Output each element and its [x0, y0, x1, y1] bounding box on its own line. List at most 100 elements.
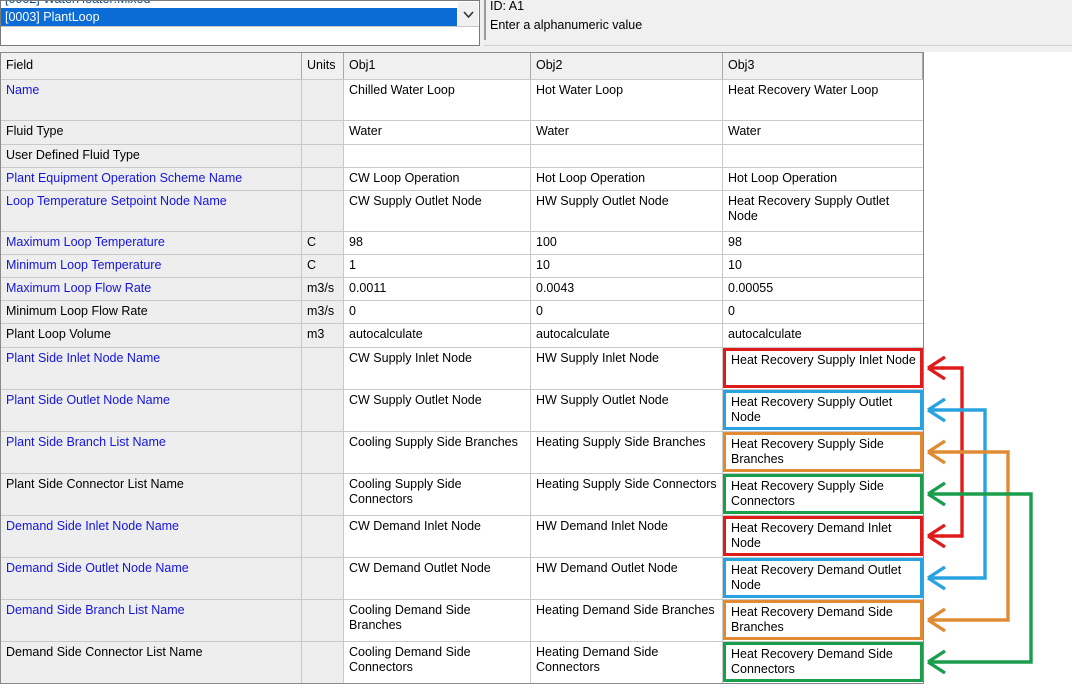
value-cell-obj2[interactable]: HW Supply Outlet Node	[531, 191, 723, 231]
value-cell-obj3[interactable]: Heat Recovery Supply Side Connectors	[723, 474, 923, 515]
value-cell-obj1[interactable]: Cooling Demand Side Branches	[344, 600, 531, 641]
value-cell-obj3[interactable]: Heat Recovery Demand Outlet Node	[723, 558, 923, 599]
column-header-obj3[interactable]: Obj3	[723, 53, 923, 79]
value-cell-obj3[interactable]: Heat Recovery Supply Inlet Node	[723, 348, 923, 389]
table-row[interactable]: Maximum Loop Temperature C 98 100 98	[1, 231, 923, 254]
value-cell-obj1[interactable]: Cooling Demand Side Connectors	[344, 642, 531, 683]
table-row[interactable]: Minimum Loop Temperature C 1 10 10	[1, 254, 923, 277]
chevron-down-icon[interactable]	[458, 2, 478, 26]
table-row[interactable]: Minimum Loop Flow Rate m3/s 0 0 0	[1, 300, 923, 323]
value-cell-obj2[interactable]: HW Supply Outlet Node	[531, 390, 723, 431]
value-cell-obj3[interactable]: Hot Loop Operation	[723, 168, 923, 190]
table-row[interactable]: Name Chilled Water Loop Hot Water Loop Heat…	[1, 79, 923, 120]
combo-previous-item[interactable]: [0002] WaterHeater:Mixed	[1, 1, 479, 8]
value-cell-obj2[interactable]	[531, 145, 723, 167]
table-row[interactable]: Fluid Type Water Water Water	[1, 120, 923, 144]
value-cell-obj3[interactable]: 98	[723, 232, 923, 254]
highlighted-value-box[interactable]: Heat Recovery Supply Inlet Node	[723, 348, 923, 388]
value-cell-obj2[interactable]: 10	[531, 255, 723, 277]
units-cell	[302, 80, 344, 120]
field-name-cell: Demand Side Connector List Name	[1, 642, 302, 683]
highlighted-value-box[interactable]: Heat Recovery Supply Side Connectors	[723, 474, 923, 514]
value-cell-obj3[interactable]: Heat Recovery Demand Side Connectors	[723, 642, 923, 683]
value-cell-obj3[interactable]: Heat Recovery Supply Side Branches	[723, 432, 923, 473]
field-name-cell: Plant Side Branch List Name	[1, 432, 302, 473]
table-row[interactable]: Plant Side Inlet Node Name CW Supply Inle…	[1, 347, 923, 389]
field-hint-text: Enter a alphanumeric value	[490, 18, 643, 32]
value-cell-obj1[interactable]: CW Supply Outlet Node	[344, 390, 531, 431]
highlighted-value-box[interactable]: Heat Recovery Supply Side Branches	[723, 432, 923, 472]
table-row[interactable]: Demand Side Branch List Name Cooling Dema…	[1, 599, 923, 641]
table-row[interactable]: Demand Side Outlet Node Name CW Demand Ou…	[1, 557, 923, 599]
value-cell-obj1[interactable]: CW Loop Operation	[344, 168, 531, 190]
value-cell-obj1[interactable]: 98	[344, 232, 531, 254]
value-cell-obj3[interactable]: autocalculate	[723, 324, 923, 347]
value-cell-obj3[interactable]: Heat Recovery Demand Inlet Node	[723, 516, 923, 557]
value-cell-obj2[interactable]: HW Demand Inlet Node	[531, 516, 723, 557]
value-cell-obj3[interactable]: 10	[723, 255, 923, 277]
value-cell-obj1[interactable]: CW Demand Outlet Node	[344, 558, 531, 599]
value-cell-obj2[interactable]: Heating Supply Side Branches	[531, 432, 723, 473]
value-cell-obj3[interactable]: Heat Recovery Supply Outlet Node	[723, 191, 923, 231]
value-cell-obj3[interactable]: Heat Recovery Supply Outlet Node	[723, 390, 923, 431]
column-header-units[interactable]: Units	[302, 53, 344, 79]
highlighted-value-box[interactable]: Heat Recovery Demand Side Connectors	[723, 642, 923, 682]
value-cell-obj1[interactable]: Cooling Supply Side Connectors	[344, 474, 531, 515]
table-row[interactable]: Plant Side Outlet Node Name CW Supply Out…	[1, 389, 923, 431]
value-cell-obj2[interactable]: Hot Water Loop	[531, 80, 723, 120]
highlighted-value-box[interactable]: Heat Recovery Demand Outlet Node	[723, 558, 923, 598]
table-row[interactable]: Demand Side Connector List Name Cooling D…	[1, 641, 923, 683]
value-cell-obj1[interactable]: Water	[344, 121, 531, 144]
combo-selected-item[interactable]: [0003] PlantLoop	[1, 8, 457, 26]
table-row[interactable]: Plant Side Branch List Name Cooling Suppl…	[1, 431, 923, 473]
value-cell-obj2[interactable]: Heating Supply Side Connectors	[531, 474, 723, 515]
value-cell-obj3[interactable]: 0	[723, 301, 923, 323]
units-cell	[302, 600, 344, 641]
value-cell-obj1[interactable]: autocalculate	[344, 324, 531, 347]
value-cell-obj1[interactable]	[344, 145, 531, 167]
value-cell-obj1[interactable]: 0	[344, 301, 531, 323]
table-row[interactable]: Plant Equipment Operation Scheme Name CW …	[1, 167, 923, 190]
object-selector-combobox[interactable]: [0002] WaterHeater:Mixed [0003] PlantLoo…	[0, 0, 480, 46]
value-cell-obj2[interactable]: autocalculate	[531, 324, 723, 347]
table-row[interactable]: Maximum Loop Flow Rate m3/s 0.0011 0.0043 0.…	[1, 277, 923, 300]
field-name-cell: Maximum Loop Temperature	[1, 232, 302, 254]
value-cell-obj2[interactable]: Hot Loop Operation	[531, 168, 723, 190]
value-cell-obj3[interactable]	[723, 145, 923, 167]
value-cell-obj3[interactable]: 0.00055	[723, 278, 923, 300]
table-row[interactable]: Demand Side Inlet Node Name CW Demand Inl…	[1, 515, 923, 557]
table-row[interactable]: Loop Temperature Setpoint Node Name CW Su…	[1, 190, 923, 231]
value-cell-obj3[interactable]: Heat Recovery Water Loop	[723, 80, 923, 120]
value-cell-obj1[interactable]: CW Supply Outlet Node	[344, 191, 531, 231]
value-cell-obj1[interactable]: 0.0011	[344, 278, 531, 300]
value-cell-obj2[interactable]: 0	[531, 301, 723, 323]
highlighted-value-box[interactable]: Heat Recovery Supply Outlet Node	[723, 390, 923, 430]
value-cell-obj1[interactable]: CW Supply Inlet Node	[344, 348, 531, 389]
field-name-cell: Plant Loop Volume	[1, 324, 302, 347]
value-cell-obj2[interactable]: HW Supply Inlet Node	[531, 348, 723, 389]
value-cell-obj2[interactable]: HW Demand Outlet Node	[531, 558, 723, 599]
connector-green	[927, 481, 1033, 675]
table-row[interactable]: Plant Loop Volume m3 autocalculate autocalc…	[1, 323, 923, 347]
value-cell-obj2[interactable]: 100	[531, 232, 723, 254]
value-cell-obj2[interactable]: Water	[531, 121, 723, 144]
value-cell-obj1[interactable]: Cooling Supply Side Branches	[344, 432, 531, 473]
highlighted-value-box[interactable]: Heat Recovery Demand Inlet Node	[723, 516, 923, 556]
value-cell-obj2[interactable]: 0.0043	[531, 278, 723, 300]
table-row[interactable]: Plant Side Connector List Name Cooling Su…	[1, 473, 923, 515]
column-header-obj1[interactable]: Obj1	[344, 53, 531, 79]
units-cell: m3/s	[302, 301, 344, 323]
field-name-cell: User Defined Fluid Type	[1, 145, 302, 167]
highlighted-value-box[interactable]: Heat Recovery Demand Side Branches	[723, 600, 923, 640]
value-cell-obj3[interactable]: Heat Recovery Demand Side Branches	[723, 600, 923, 641]
value-cell-obj1[interactable]: 1	[344, 255, 531, 277]
value-cell-obj1[interactable]: Chilled Water Loop	[344, 80, 531, 120]
grid-body: Name Chilled Water Loop Hot Water Loop Heat…	[1, 79, 923, 683]
value-cell-obj1[interactable]: CW Demand Inlet Node	[344, 516, 531, 557]
column-header-obj2[interactable]: Obj2	[531, 53, 723, 79]
value-cell-obj2[interactable]: Heating Demand Side Connectors	[531, 642, 723, 683]
column-header-field[interactable]: Field	[1, 53, 302, 79]
value-cell-obj3[interactable]: Water	[723, 121, 923, 144]
table-row[interactable]: User Defined Fluid Type	[1, 144, 923, 167]
value-cell-obj2[interactable]: Heating Demand Side Branches	[531, 600, 723, 641]
